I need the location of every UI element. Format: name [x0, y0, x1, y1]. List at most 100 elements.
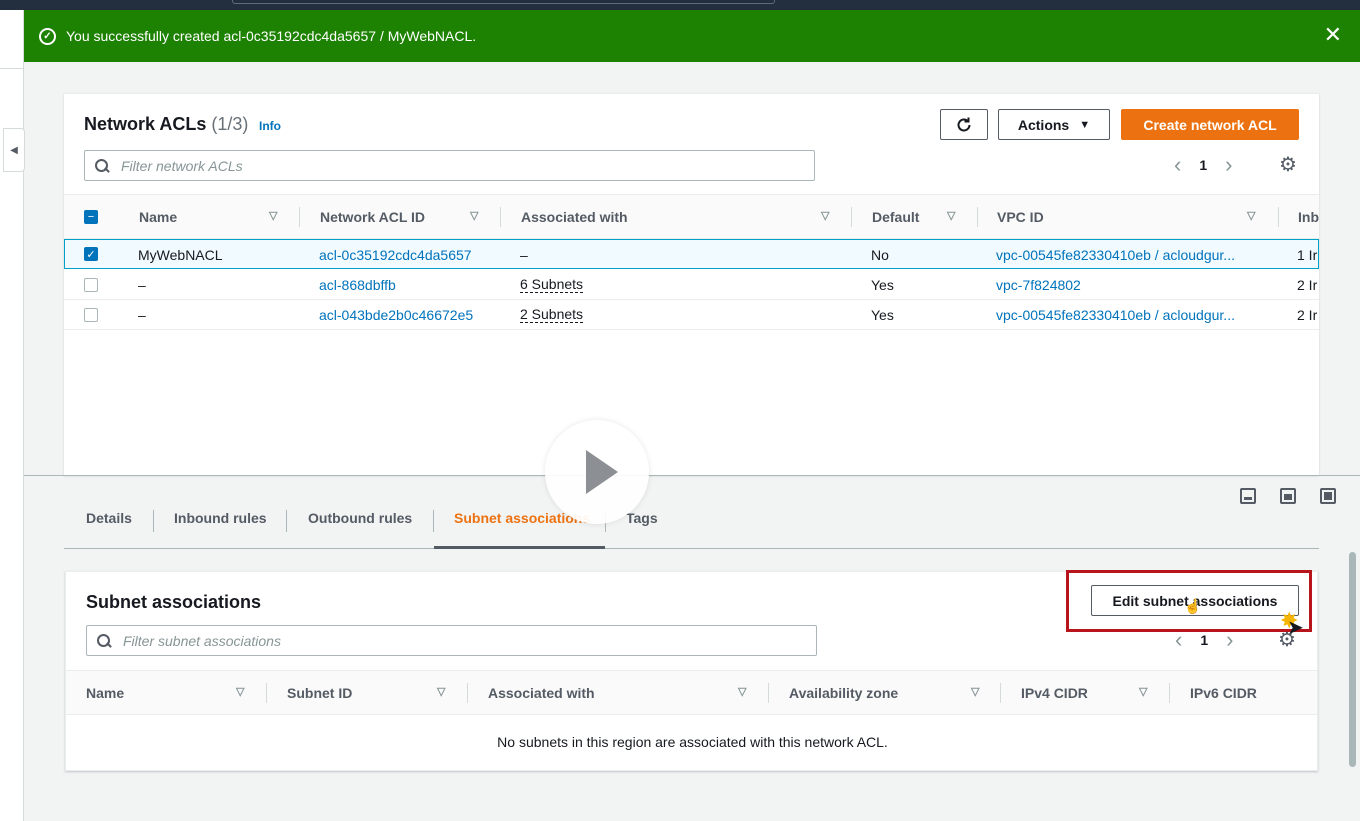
column-label: VPC ID — [997, 208, 1044, 225]
sort-icon[interactable]: ▽ — [470, 209, 478, 222]
column-divider — [977, 207, 978, 227]
sort-icon[interactable]: ▽ — [236, 685, 244, 698]
row-name: – — [138, 307, 146, 323]
video-play-button[interactable] — [545, 420, 649, 524]
table-row[interactable]: ✓ MyWebNACL acl-0c35192cdc4da5657 – No v… — [64, 239, 1319, 269]
page-number[interactable]: 1 — [1200, 632, 1208, 648]
info-link[interactable]: Info — [259, 119, 281, 133]
pagination: ‹ 1 › — [1175, 629, 1233, 651]
row-checkbox[interactable] — [84, 278, 98, 292]
column-label: Associated with — [521, 208, 628, 225]
tab-outbound-rules[interactable]: Outbound rules — [308, 510, 412, 526]
global-search-field[interactable] — [232, 0, 775, 4]
refresh-button[interactable] — [940, 109, 988, 140]
search-icon — [95, 158, 109, 173]
pagination: ‹ 1 › — [1174, 154, 1232, 176]
column-label: Inb — [1298, 208, 1319, 225]
sort-icon[interactable]: ▽ — [1247, 209, 1255, 222]
check-circle-icon: ✓ — [39, 27, 56, 45]
row-vpc-link[interactable]: vpc-00545fe82330410eb / acloudgur... — [996, 247, 1235, 263]
row-default: No — [871, 247, 889, 263]
rail-divider — [0, 68, 24, 69]
row-vpc-link[interactable]: vpc-00545fe82330410eb / acloudgur... — [996, 307, 1235, 323]
column-divider — [1278, 207, 1279, 227]
column-divider — [467, 683, 468, 703]
row-name: – — [138, 277, 146, 293]
sort-icon[interactable]: ▽ — [821, 209, 829, 222]
row-inbound: 1 Ir — [1297, 247, 1318, 263]
page-scrollbar[interactable] — [1349, 552, 1356, 767]
refresh-icon — [957, 117, 971, 131]
search-icon — [97, 633, 111, 648]
column-header-inbound[interactable]: Inb — [1298, 195, 1319, 238]
column-label: Network ACL ID — [320, 208, 426, 225]
row-associated: – — [520, 247, 528, 263]
column-header-acl-id[interactable]: Network ACL ID ▽ — [320, 195, 478, 238]
column-header-availability-zone[interactable]: Availability zone ▽ — [789, 671, 979, 714]
filter-subnet-associations-input[interactable] — [123, 632, 771, 649]
close-icon[interactable]: ✕ — [1324, 24, 1342, 46]
row-associated-popover[interactable]: 6 Subnets — [520, 277, 584, 293]
row-vpc-link[interactable]: vpc-7f824802 — [996, 277, 1081, 293]
tab-details[interactable]: Details — [86, 510, 132, 526]
filter-network-acls[interactable] — [84, 150, 815, 181]
column-header-subnet-id[interactable]: Subnet ID ▽ — [287, 671, 445, 714]
caret-down-icon: ▼ — [1079, 118, 1091, 131]
row-checkbox[interactable] — [84, 308, 98, 322]
sort-icon[interactable]: ▽ — [1139, 685, 1147, 698]
row-checkbox[interactable]: ✓ — [84, 247, 98, 261]
row-associated-popover[interactable]: 2 Subnets — [520, 307, 584, 323]
actions-dropdown-button[interactable]: Actions ▼ — [998, 109, 1110, 140]
row-inbound: 2 Ir — [1297, 277, 1318, 293]
create-network-acl-button[interactable]: Create network ACL — [1121, 109, 1299, 140]
tab-divider — [433, 510, 434, 532]
sort-icon[interactable]: ▽ — [947, 209, 955, 222]
column-header-vpc-id[interactable]: VPC ID ▽ — [997, 195, 1255, 238]
flash-message: You successfully created acl-0c35192cdc4… — [66, 28, 477, 44]
sort-icon[interactable]: ▽ — [738, 685, 746, 698]
row-acl-id-link[interactable]: acl-043bde2b0c46672e5 — [319, 307, 473, 323]
mouse-cursor-icon: ➤ — [1287, 617, 1304, 639]
top-nav-bar — [0, 0, 1360, 10]
select-all-checkbox[interactable]: − — [84, 210, 98, 224]
panel-title: Network ACLs (1/3) — [84, 114, 248, 135]
tab-inbound-rules[interactable]: Inbound rules — [174, 510, 267, 526]
column-header-default[interactable]: Default ▽ — [872, 195, 955, 238]
chevron-left-icon[interactable]: ‹ — [1174, 154, 1181, 176]
row-acl-id-link[interactable]: acl-868dbffb — [319, 277, 396, 293]
chevron-right-icon[interactable]: › — [1225, 154, 1232, 176]
tab-divider — [286, 510, 287, 532]
collapse-nav-button[interactable]: ◀ — [3, 128, 25, 172]
sort-icon[interactable]: ▽ — [269, 209, 277, 222]
column-header-associated[interactable]: Associated with ▽ — [521, 195, 829, 238]
sort-icon[interactable]: ▽ — [437, 685, 445, 698]
chevron-left-icon[interactable]: ‹ — [1175, 629, 1182, 651]
subnet-table-header: Name ▽ Subnet ID ▽ Associated with ▽ Availa… — [66, 670, 1317, 715]
column-header-name[interactable]: Name ▽ — [139, 195, 277, 238]
split-panel-divider[interactable] — [24, 475, 1360, 476]
row-acl-id-link[interactable]: acl-0c35192cdc4da5657 — [319, 247, 472, 263]
success-flash-banner: ✓ You successfully created acl-0c35192cd… — [24, 10, 1360, 62]
network-acls-panel: Network ACLs (1/3) Info Actions ▼ Create… — [64, 93, 1319, 475]
tab-tags[interactable]: Tags — [626, 510, 658, 526]
tab-divider — [153, 510, 154, 532]
column-label: Availability zone — [789, 684, 899, 701]
filter-subnet-associations[interactable] — [86, 625, 817, 656]
panel-maximize-icon[interactable] — [1320, 488, 1336, 504]
sort-icon[interactable]: ▽ — [971, 685, 979, 698]
column-header-associated[interactable]: Associated with ▽ — [488, 671, 746, 714]
table-row[interactable]: – acl-043bde2b0c46672e5 2 Subnets Yes vp… — [64, 300, 1319, 330]
column-header-ipv4-cidr[interactable]: IPv4 CIDR ▽ — [1021, 671, 1147, 714]
column-divider — [851, 207, 852, 227]
left-nav-rail: ◀ — [0, 10, 25, 821]
chevron-right-icon[interactable]: › — [1226, 629, 1233, 651]
page-number[interactable]: 1 — [1199, 157, 1207, 173]
column-header-ipv6-cidr[interactable]: IPv6 CIDR — [1190, 671, 1257, 714]
column-divider — [500, 207, 501, 227]
selection-count: (1/3) — [211, 114, 249, 134]
row-inbound: 2 Ir — [1297, 307, 1318, 323]
column-header-name[interactable]: Name ▽ — [86, 671, 244, 714]
gear-icon[interactable]: ⚙ — [1279, 155, 1297, 175]
filter-network-acls-input[interactable] — [121, 157, 769, 174]
table-row[interactable]: – acl-868dbffb 6 Subnets Yes vpc-7f82480… — [64, 270, 1319, 300]
